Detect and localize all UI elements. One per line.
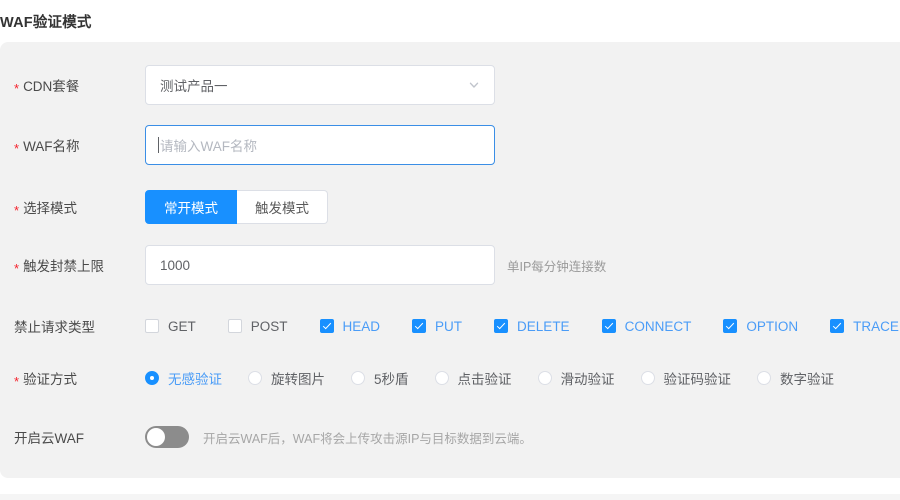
checkbox-get[interactable]: GET (145, 319, 196, 334)
checkbox-box-icon (145, 319, 159, 333)
radio-seamless-verify[interactable]: 无感验证 (145, 368, 222, 388)
radio-slide-verify[interactable]: 滑动验证 (537, 368, 615, 388)
radio-icon (351, 371, 365, 385)
radio-icon (248, 371, 262, 385)
radio-icon (537, 371, 552, 385)
label-cdn-package: * CDN套餐 (14, 79, 80, 96)
checkbox-option[interactable]: OPTION (723, 319, 798, 334)
form-row-cdn-package: * CDN套餐 测试产品一 (0, 65, 900, 105)
required-mark: * (14, 141, 20, 156)
blocked-methods-checkbox-group: GET POST HEAD PUT DELETE CONNECT OPTION … (145, 319, 900, 334)
checkbox-checked-icon (412, 319, 427, 333)
label-verify-method: * 验证方式 (14, 372, 78, 389)
label-cloud-waf: 开启云WAF (14, 431, 84, 446)
checkbox-delete[interactable]: DELETE (494, 319, 570, 334)
form-row-blocked-methods: 禁止请求类型 GET POST HEAD PUT DELETE CONNECT … (0, 314, 900, 338)
label-blocked-methods: 禁止请求类型 (14, 320, 95, 335)
chevron-down-icon (468, 79, 480, 91)
mode-option-always-on[interactable]: 常开模式 (145, 190, 237, 224)
form-row-verify-method: * 验证方式 无感验证 旋转图片 5秒盾 点击验证 滑动验证 验证码验证 数字验… (0, 366, 900, 390)
form-row-waf-name: * WAF名称 请输入WAF名称 (0, 125, 900, 165)
mode-segmented-control: 常开模式 触发模式 (145, 190, 328, 224)
ban-threshold-input[interactable]: 1000 (145, 245, 495, 285)
waf-form-panel: * CDN套餐 测试产品一 * WAF名称 请输入WAF名称 * 选择模式 常开… (0, 42, 900, 478)
cloud-waf-description: 开启云WAF后，WAF将会上传攻击源IP与目标数据到云端。 (203, 431, 532, 446)
cloud-waf-switch-wrap: 开启云WAF后，WAF将会上传攻击源IP与目标数据到云端。 (145, 426, 532, 448)
cdn-package-value: 测试产品一 (160, 79, 228, 94)
verify-method-radio-group: 无感验证 旋转图片 5秒盾 点击验证 滑动验证 验证码验证 数字验证 (145, 368, 860, 388)
checkbox-checked-icon (319, 319, 334, 333)
checkbox-head[interactable]: HEAD (319, 319, 380, 334)
required-mark: * (14, 374, 20, 389)
checkbox-put[interactable]: PUT (412, 319, 462, 334)
label-waf-name: * WAF名称 (14, 139, 80, 156)
toggle-knob (147, 428, 165, 446)
radio-selected-icon (145, 371, 159, 385)
form-row-mode: * 选择模式 常开模式 触发模式 (0, 190, 900, 224)
radio-captcha-verify[interactable]: 验证码验证 (640, 368, 731, 388)
bottom-divider (0, 494, 900, 500)
checkbox-box-icon (227, 319, 242, 333)
ban-threshold-value: 1000 (160, 257, 191, 273)
radio-icon (640, 371, 655, 385)
label-mode: * 选择模式 (14, 201, 78, 218)
checkbox-post[interactable]: POST (227, 319, 288, 334)
checkbox-checked-icon (723, 319, 738, 333)
text-caret (158, 137, 159, 153)
form-row-ban-threshold: * 触发封禁上限 1000 单IP每分钟连接数 (0, 245, 900, 285)
mode-option-triggered[interactable]: 触发模式 (237, 190, 328, 224)
cloud-waf-toggle[interactable] (145, 426, 189, 448)
radio-click-verify[interactable]: 点击验证 (434, 368, 512, 388)
checkbox-connect[interactable]: CONNECT (601, 319, 691, 334)
required-mark: * (14, 81, 20, 96)
radio-icon (434, 371, 449, 385)
required-mark: * (14, 261, 20, 276)
radio-five-second-shield[interactable]: 5秒盾 (351, 368, 409, 388)
page-title: WAF验证模式 (0, 15, 92, 31)
waf-name-input[interactable]: 请输入WAF名称 (145, 125, 495, 165)
radio-icon (757, 371, 772, 385)
cdn-package-select[interactable]: 测试产品一 (145, 65, 495, 105)
waf-name-placeholder: 请输入WAF名称 (158, 137, 257, 154)
form-row-cloud-waf: 开启云WAF 开启云WAF后，WAF将会上传攻击源IP与目标数据到云端。 (0, 426, 900, 448)
checkbox-checked-icon (830, 319, 845, 333)
checkbox-checked-icon (494, 319, 509, 333)
waf-config-screen: WAF验证模式 * CDN套餐 测试产品一 * WAF名称 请输入WAF名称 *… (0, 0, 900, 500)
required-mark: * (14, 203, 20, 218)
radio-rotate-image[interactable]: 旋转图片 (248, 368, 325, 388)
checkbox-trace[interactable]: TRACE (830, 319, 899, 334)
radio-digit-verify[interactable]: 数字验证 (757, 368, 834, 388)
checkbox-checked-icon (601, 319, 616, 333)
label-ban-threshold: * 触发封禁上限 (14, 259, 105, 276)
ban-threshold-hint: 单IP每分钟连接数 (507, 259, 607, 274)
